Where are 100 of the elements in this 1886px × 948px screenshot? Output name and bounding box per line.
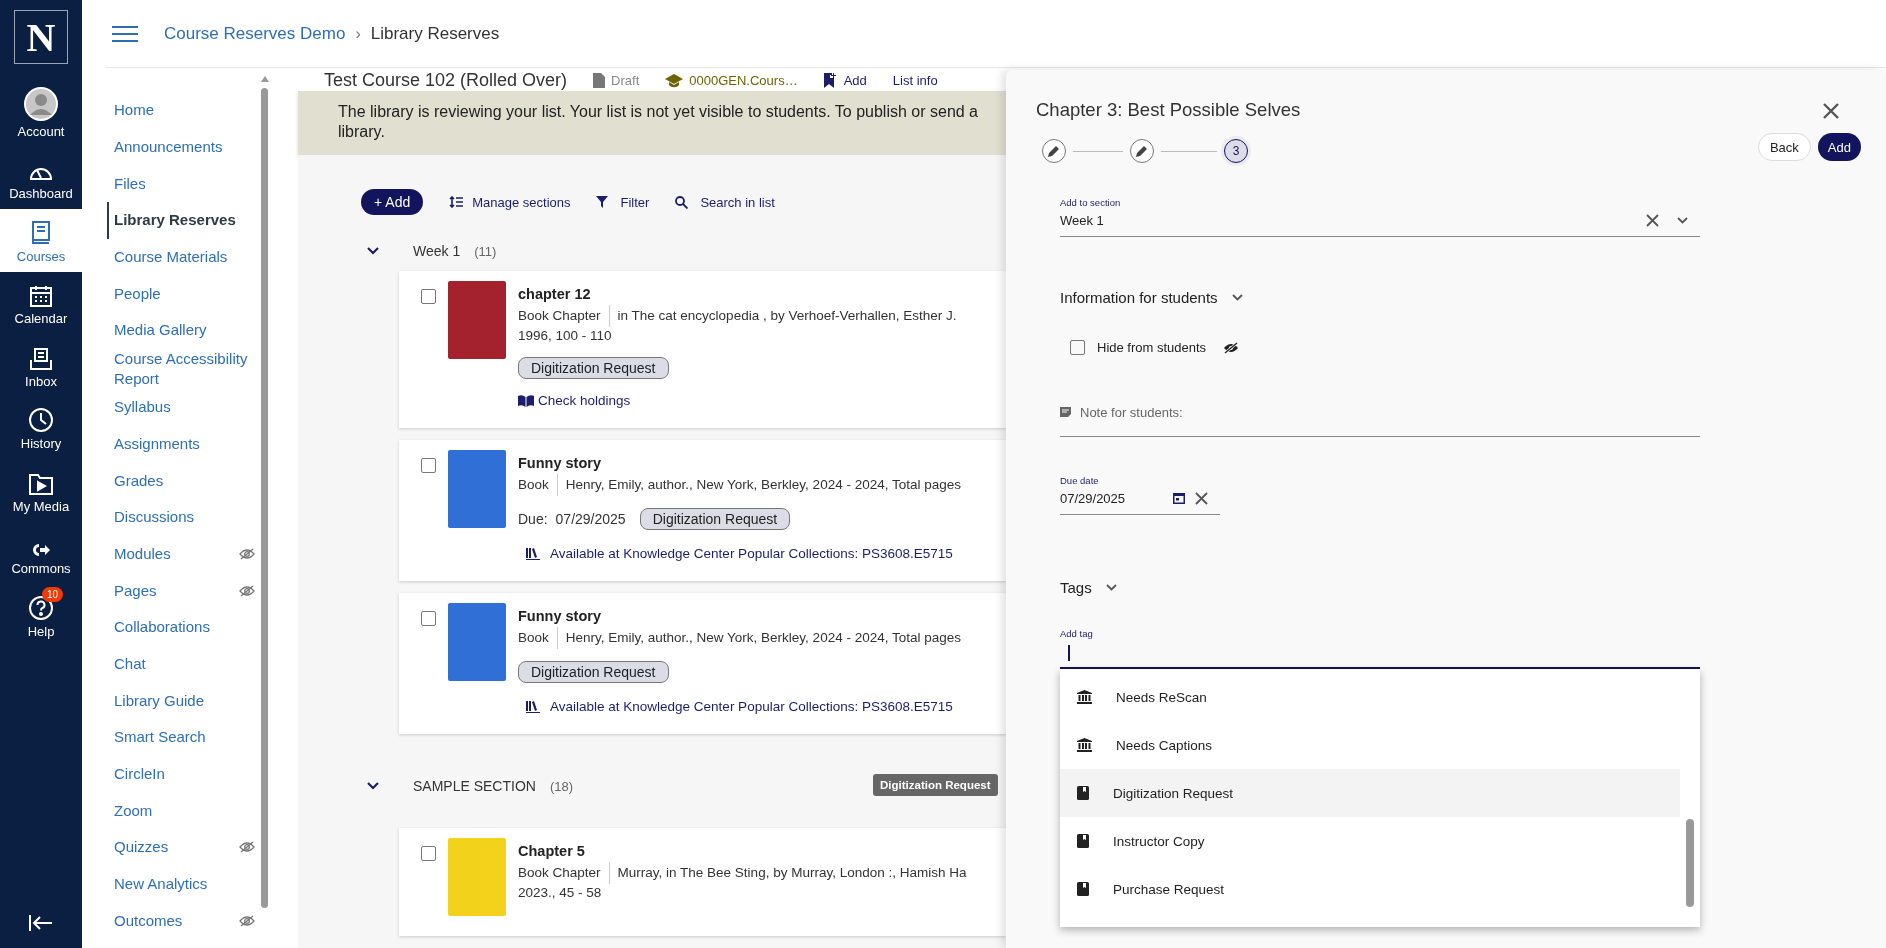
tag-chip[interactable]: Digitization Request — [639, 508, 791, 530]
add-bookmark-button[interactable]: Add — [823, 73, 867, 88]
tag-option[interactable]: Needs Captions — [1060, 721, 1680, 769]
course-nav-link[interactable]: Course Accessibility Report — [107, 348, 261, 389]
check-holdings-link[interactable]: Check holdings — [518, 393, 631, 408]
checkbox[interactable] — [421, 289, 436, 304]
note-field[interactable]: Note for students: — [1060, 405, 1700, 437]
chevron-down-icon[interactable] — [367, 782, 379, 790]
panel-title: Chapter 3: Best Possible Selves — [1036, 99, 1301, 121]
clear-icon[interactable] — [1195, 491, 1208, 505]
availability-link[interactable]: Available at Knowledge Center Popular Collections: PS3608.E5715 — [526, 546, 953, 561]
course-nav-link[interactable]: Discussions — [107, 498, 261, 536]
course-nav-link[interactable]: People — [107, 275, 261, 313]
due-label: Due: — [518, 511, 548, 527]
course-nav-link[interactable]: CircleIn — [107, 755, 261, 793]
due-date-field[interactable]: Due date 07/29/2025 — [1060, 475, 1220, 515]
information-for-students-toggle[interactable]: Information for students — [1060, 289, 1243, 306]
institution-icon — [1077, 690, 1092, 704]
tag-option[interactable]: Instructor Copy — [1060, 817, 1680, 865]
global-nav-item[interactable]: Commons — [0, 521, 82, 584]
step-edit-button[interactable] — [1042, 139, 1066, 163]
item-title[interactable]: Chapter 5 — [518, 840, 585, 862]
library-books-icon — [526, 547, 540, 560]
course-nav-link[interactable]: Chat — [107, 645, 261, 683]
chevron-down-icon[interactable] — [367, 247, 379, 255]
course-nav-link[interactable]: Home — [107, 92, 261, 129]
tag-option[interactable]: Purchase Request — [1060, 865, 1680, 913]
list-info-link[interactable]: List info — [892, 73, 938, 88]
book-icon — [1077, 786, 1089, 800]
item-title[interactable]: chapter 12 — [518, 283, 591, 305]
back-button[interactable]: Back — [1757, 133, 1811, 161]
eye-slash-icon — [239, 914, 255, 927]
course-nav-link[interactable]: Syllabus — [107, 388, 261, 426]
course-nav-link[interactable]: Modules — [107, 535, 261, 573]
due-date: 07/29/2025 — [555, 511, 626, 527]
item-type: Book — [518, 627, 558, 649]
course-nav-link[interactable]: Grades — [107, 462, 261, 499]
course-nav-link[interactable]: Smart Search — [107, 719, 261, 756]
course-nav-link[interactable]: Library Guide — [107, 682, 261, 719]
menu-icon[interactable] — [112, 25, 138, 42]
global-nav-item[interactable]: My Media — [0, 459, 82, 522]
checkbox[interactable] — [421, 458, 436, 473]
checkbox[interactable] — [421, 611, 436, 626]
tags-toggle[interactable]: Tags — [1060, 579, 1117, 596]
commons-icon — [31, 542, 51, 558]
checkbox[interactable] — [421, 846, 436, 861]
tooltip: Digitization Request — [873, 774, 998, 796]
course-nav-link[interactable]: Zoom — [107, 792, 261, 830]
global-nav-item[interactable]: Courses — [0, 209, 82, 272]
breadcrumb-link[interactable]: Course Reserves Demo — [164, 23, 346, 44]
course-nav-link[interactable]: Course Materials — [107, 238, 261, 276]
close-icon[interactable] — [1823, 103, 1839, 119]
bookmark-plus-icon — [823, 73, 837, 88]
item-details: 2023., 45 - 58 — [518, 884, 602, 902]
add-button[interactable]: + Add — [361, 189, 424, 215]
university-logo[interactable]: N — [14, 10, 68, 64]
global-nav-item[interactable]: Dashboard — [0, 146, 82, 209]
open-book-icon — [518, 394, 534, 407]
global-nav-item[interactable]: Calendar — [0, 271, 82, 334]
course-nav-link[interactable]: Assignments — [107, 425, 261, 463]
calendar-icon[interactable] — [1173, 492, 1185, 504]
course-nav-link[interactable]: Collaborations — [107, 608, 261, 646]
document-icon — [593, 73, 606, 88]
review-notice: The library is reviewing your list. Your list is not yet visible to students. To publish or send a library. — [338, 102, 979, 142]
checkbox[interactable] — [1070, 340, 1085, 355]
graduation-cap-icon — [665, 73, 684, 88]
tag-chip[interactable]: Digitization Request — [518, 661, 669, 683]
course-nav-link[interactable]: New Analytics — [107, 865, 261, 903]
step-edit-button[interactable] — [1130, 139, 1154, 163]
add-button[interactable]: Add — [1817, 133, 1861, 161]
tag-option[interactable]: Needs ReScan — [1060, 673, 1680, 721]
global-nav-item[interactable]: Account — [0, 84, 82, 147]
availability-link[interactable]: Available at Knowledge Center Popular Collections: PS3608.E5715 — [526, 699, 953, 714]
global-nav-item[interactable]: History — [0, 396, 82, 459]
manage-sections-button[interactable]: Manage sections — [449, 194, 571, 210]
course-nav-link[interactable]: Files — [107, 165, 261, 203]
item-title[interactable]: Funny story — [518, 605, 601, 627]
search-icon — [675, 195, 689, 209]
collapse-icon[interactable] — [28, 914, 54, 932]
course-nav-link[interactable]: Pages — [107, 572, 261, 609]
item-count: (18) — [549, 778, 574, 794]
clear-icon[interactable] — [1646, 213, 1659, 227]
course-nav-link[interactable]: Outcomes — [107, 902, 261, 940]
course-nav-link[interactable]: Media Gallery — [107, 312, 261, 349]
item-count: (11) — [474, 243, 497, 259]
course-nav-link[interactable]: Announcements — [107, 128, 261, 166]
filter-button[interactable]: Filter — [596, 194, 650, 210]
eye-slash-icon — [239, 584, 255, 597]
course-title: Test Course 102 (Rolled Over) — [324, 70, 568, 91]
course-nav-link[interactable]: Quizzes — [107, 829, 261, 866]
section-select[interactable]: Add to section Week 1 — [1060, 197, 1700, 237]
chevron-down-icon[interactable] — [1677, 216, 1688, 224]
tag-option[interactable]: Digitization Request — [1060, 769, 1680, 817]
global-nav-item[interactable]: Inbox — [0, 334, 82, 397]
item-title[interactable]: Funny story — [518, 452, 601, 474]
tag-chip[interactable]: Digitization Request — [518, 357, 669, 379]
note-icon — [1060, 407, 1071, 417]
global-nav-item[interactable]: 10 Help — [0, 584, 82, 647]
eye-slash-icon — [1224, 341, 1239, 354]
search-button[interactable]: Search in list — [675, 194, 775, 210]
